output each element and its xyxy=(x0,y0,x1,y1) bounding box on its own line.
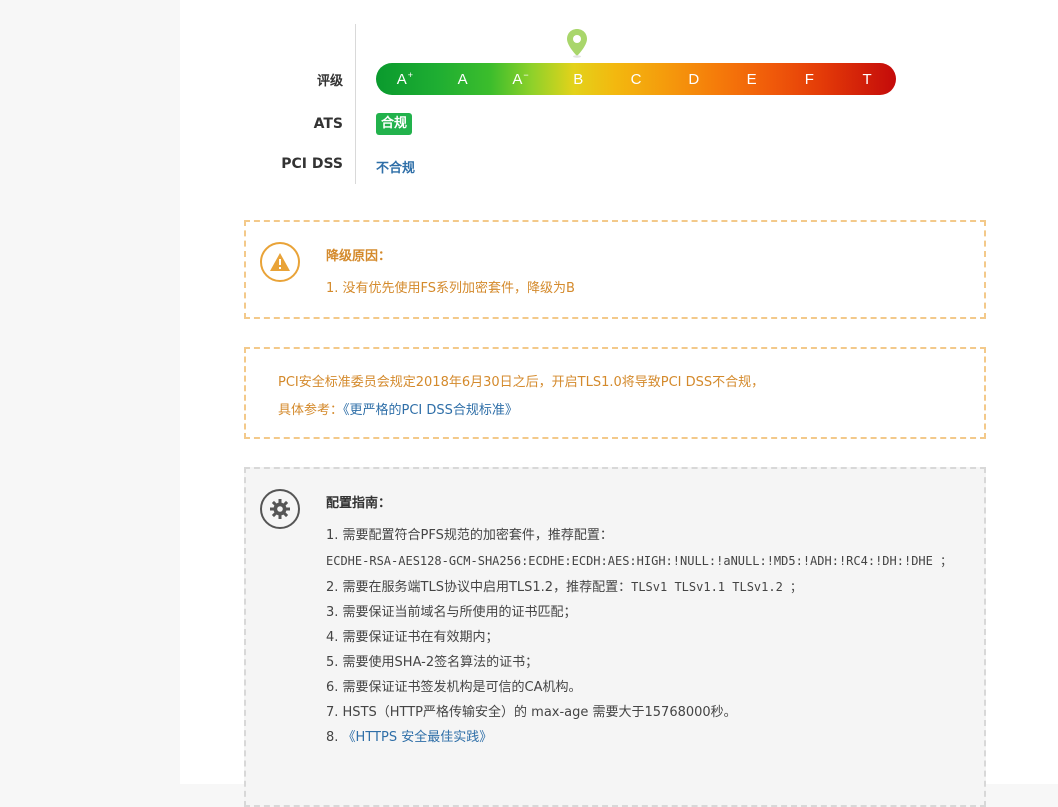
grade-a-plus: A+ xyxy=(396,70,414,88)
grade-a-minus: A− xyxy=(512,70,529,88)
config-guide-box: 配置指南： 1. 需要配置符合PFS规范的加密套件，推荐配置： ECDHE-RS… xyxy=(244,467,986,807)
rating-summary: 评级 ATS PCI DSS A+ A A− B C D E F T 合规 不合… xyxy=(180,24,1058,184)
tls-protocol-config: TLSv1 TLSv1.1 TLSv1.2 ； xyxy=(631,580,803,594)
location-pin-icon xyxy=(567,29,587,58)
pci-notice-reference: 具体参考：《更严格的PCI DSS合规标准》 xyxy=(278,399,518,418)
ats-label: ATS xyxy=(313,116,343,132)
rating-label: 评级 xyxy=(316,74,343,89)
cipher-suite-config: ECDHE-RSA-AES128-GCM-SHA256:ECDHE:ECDH:A… xyxy=(326,554,953,568)
grade-d: D xyxy=(688,70,700,88)
grade-scale-bar: A+ A A− B C D E F T xyxy=(376,63,896,95)
grade-b: B xyxy=(573,70,584,88)
grade-c: C xyxy=(630,70,642,88)
pci-notice-box: PCI安全标准委员会规定2018年6月30日之后，开启TLS1.0将导致PCI … xyxy=(244,347,986,439)
gear-icon xyxy=(260,489,300,529)
guide-item-5: 5. 需要使用SHA-2签名算法的证书； xyxy=(326,655,539,670)
grade-t: T xyxy=(862,70,872,88)
guide-item-7: 7. HSTS（HTTP严格传输安全）的 max-age 需要大于1576800… xyxy=(326,705,737,720)
guide-item-8: 8. 《HTTPS 安全最佳实践》 xyxy=(326,730,493,745)
reference-prefix: 具体参考： xyxy=(278,403,344,418)
ats-status-badge: 合规 xyxy=(376,113,413,135)
grade-e: E xyxy=(746,70,757,88)
grade-f: F xyxy=(804,70,814,88)
guide-item-6: 6. 需要保证证书签发机构是可信的CA机构。 xyxy=(326,680,582,695)
guide-item-3: 3. 需要保证当前域名与所使用的证书匹配； xyxy=(326,605,577,620)
downgrade-item: 1. 没有优先使用FS系列加密套件，降级为B xyxy=(326,281,575,296)
guide-title: 配置指南： xyxy=(326,496,392,511)
summary-divider xyxy=(355,24,356,184)
report-panel: 评级 ATS PCI DSS A+ A A− B C D E F T 合规 不合… xyxy=(180,0,1058,807)
warning-icon xyxy=(260,242,300,282)
guide-item-1: 1. 需要配置符合PFS规范的加密套件，推荐配置： xyxy=(326,528,613,543)
downgrade-title: 降级原因： xyxy=(326,249,392,264)
pci-dss-label: PCI DSS xyxy=(281,156,343,172)
grade-a: A xyxy=(457,70,468,88)
guide-item-4: 4. 需要保证证书在有效期内； xyxy=(326,630,499,645)
downgrade-reason-box: 降级原因： 1. 没有优先使用FS系列加密套件，降级为B xyxy=(244,220,986,319)
pci-dss-status: 不合规 xyxy=(376,161,416,176)
pci-dss-standard-link[interactable]: 《更严格的PCI DSS合规标准》 xyxy=(343,403,518,418)
https-best-practice-link[interactable]: 《HTTPS 安全最佳实践》 xyxy=(343,730,493,745)
pci-notice-text: PCI安全标准委员会规定2018年6月30日之后，开启TLS1.0将导致PCI … xyxy=(278,375,765,390)
guide-item-2: 2. 需要在服务端TLS协议中启用TLS1.2，推荐配置：TLSv1 TLSv1… xyxy=(326,580,803,595)
guide-list: 1. 需要配置符合PFS规范的加密套件，推荐配置： ECDHE-RSA-AES1… xyxy=(326,523,966,750)
